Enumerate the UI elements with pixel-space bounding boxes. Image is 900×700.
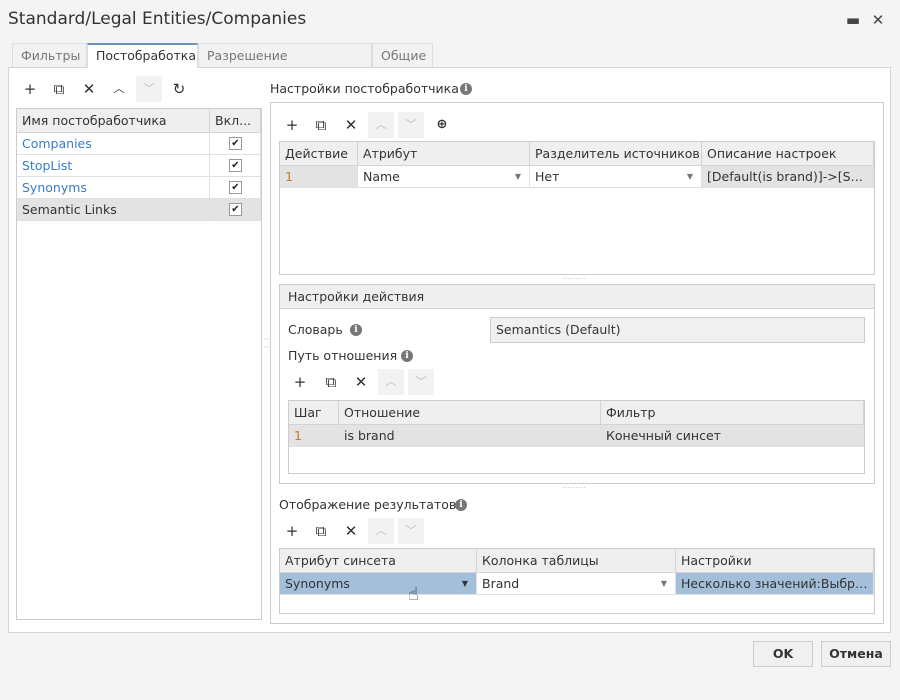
copy-icon[interactable]: ⧉ [308, 518, 334, 544]
tab-filters[interactable]: Фильтры [12, 43, 87, 68]
relation-cell[interactable]: is brand [339, 425, 601, 447]
move-down-icon[interactable]: ﹀ [398, 112, 424, 138]
delete-icon[interactable]: ✕ [76, 76, 102, 102]
enabled-cell: ✔ [210, 155, 261, 177]
move-down-icon[interactable]: ﹀ [408, 369, 434, 395]
move-up-icon[interactable]: ︿ [106, 76, 132, 102]
add-icon[interactable]: + [279, 518, 305, 544]
attribute-value: Name [363, 169, 400, 184]
copy-icon[interactable]: ⧉ [318, 369, 344, 395]
column-header-separator[interactable]: Разделитель источников [530, 142, 702, 166]
separator-value: Нет [535, 169, 560, 184]
horizontal-splitter[interactable]: ⋯⋯⋯ [562, 483, 586, 492]
horizontal-splitter[interactable]: ⋯⋯⋯ [562, 274, 586, 283]
move-down-icon[interactable]: ﹀ [398, 518, 424, 544]
move-up-icon[interactable]: ︿ [378, 369, 404, 395]
window-title: Standard/Legal Entities/Companies [8, 9, 307, 29]
synset-attribute-value: Synonyms [285, 576, 350, 591]
enabled-cell: ✔ [210, 177, 261, 199]
tab-conflict-resolution[interactable]: Разрешение конфликтов [198, 43, 372, 87]
close-icon[interactable]: ✕ [868, 10, 888, 30]
column-header-table-column[interactable]: Колонка таблицы [477, 549, 676, 573]
filter-cell[interactable]: Конечный синсет [601, 425, 864, 447]
move-up-icon[interactable]: ︿ [368, 518, 394, 544]
move-down-icon[interactable]: ﹀ [136, 76, 162, 102]
column-header-filter[interactable]: Фильтр [601, 401, 864, 425]
enabled-checkbox[interactable]: ✔ [229, 159, 242, 172]
enabled-cell: ✔ [210, 133, 261, 155]
table-column-select[interactable]: Brand ▼ [477, 573, 676, 595]
separator-select[interactable]: Нет ▼ [530, 166, 702, 188]
column-header-action[interactable]: Действие [280, 142, 358, 166]
attribute-select[interactable]: Name ▼ [358, 166, 530, 188]
info-icon: i [460, 83, 472, 95]
results-title: Отображение результатов [279, 497, 457, 512]
description-cell[interactable]: [Default(is brand)]->[Syn... [702, 166, 874, 188]
add-icon[interactable]: + [17, 76, 43, 102]
ok-button[interactable]: OK [753, 641, 813, 667]
column-header-enabled[interactable]: Вкл... [210, 109, 261, 133]
info-icon: i [401, 350, 413, 362]
postprocessor-name[interactable]: Semantic Links [17, 199, 210, 221]
dictionary-label: Словарь [288, 322, 343, 337]
zoom-icon[interactable]: ⊕ [429, 112, 455, 138]
column-header-settings[interactable]: Настройки [676, 549, 874, 573]
column-header-step[interactable]: Шаг [289, 401, 339, 425]
column-header-synset-attribute[interactable]: Атрибут синсета [280, 549, 477, 573]
postprocessor-name[interactable]: StopList [17, 155, 210, 177]
delete-icon[interactable]: ✕ [348, 369, 374, 395]
synset-attribute-select[interactable]: Synonyms ▼ [280, 573, 477, 595]
enabled-checkbox[interactable]: ✔ [229, 181, 242, 194]
enabled-checkbox[interactable]: ✔ [229, 203, 242, 216]
results-grid: Атрибут синсета Колонка таблицы Настройк… [279, 548, 875, 614]
tab-postprocessing[interactable]: Постобработка [87, 43, 198, 68]
copy-icon[interactable]: ⧉ [46, 76, 72, 102]
step-cell[interactable]: 1 [289, 425, 339, 447]
dropdown-arrow-icon: ▼ [660, 579, 667, 588]
action-settings-title: Настройки действия [280, 285, 874, 309]
delete-icon[interactable]: ✕ [338, 112, 364, 138]
settings-title: Настройки постобработчика [270, 81, 459, 96]
column-header-attribute[interactable]: Атрибут [358, 142, 530, 166]
dropdown-arrow-icon: ▼ [461, 579, 468, 588]
table-column-value: Brand [482, 576, 520, 591]
relation-path-label: Путь отношения [288, 348, 398, 363]
dropdown-arrow-icon: ▼ [686, 172, 693, 181]
hand-cursor-icon: ☝ [408, 584, 419, 605]
cancel-button[interactable]: Отмена [821, 641, 891, 667]
enabled-cell: ✔ [210, 199, 261, 221]
postprocessor-name[interactable]: Companies [17, 133, 210, 155]
action-cell[interactable]: 1 [280, 166, 358, 188]
maximize-icon[interactable]: ▬ [843, 10, 863, 30]
add-icon[interactable]: + [279, 112, 305, 138]
copy-icon[interactable]: ⧉ [308, 112, 334, 138]
refresh-icon[interactable]: ↻ [166, 76, 192, 102]
info-icon: i [455, 499, 467, 511]
postprocessor-grid: Имя постобработчика Вкл... Companies ✔ St… [16, 108, 262, 620]
column-header-description[interactable]: Описание настроек [702, 142, 874, 166]
postprocessor-name[interactable]: Synonyms [17, 177, 210, 199]
tab-general[interactable]: Общие [372, 43, 433, 68]
move-up-icon[interactable]: ︿ [368, 112, 394, 138]
enabled-checkbox[interactable]: ✔ [229, 137, 242, 150]
settings-grid: Действие Атрибут Разделитель источников … [279, 141, 875, 275]
add-icon[interactable]: + [287, 369, 313, 395]
delete-icon[interactable]: ✕ [338, 518, 364, 544]
column-header-name[interactable]: Имя постобработчика [17, 109, 210, 133]
dropdown-arrow-icon: ▼ [514, 172, 521, 181]
column-header-relation[interactable]: Отношение [339, 401, 601, 425]
relation-path-grid: Шаг Отношение Фильтр 1 is brand Конечный… [288, 400, 865, 474]
dictionary-field[interactable]: Semantics (Default) [490, 317, 865, 343]
info-icon: i [350, 324, 362, 336]
results-settings-cell[interactable]: Несколько значений:Выбра... [676, 573, 874, 595]
